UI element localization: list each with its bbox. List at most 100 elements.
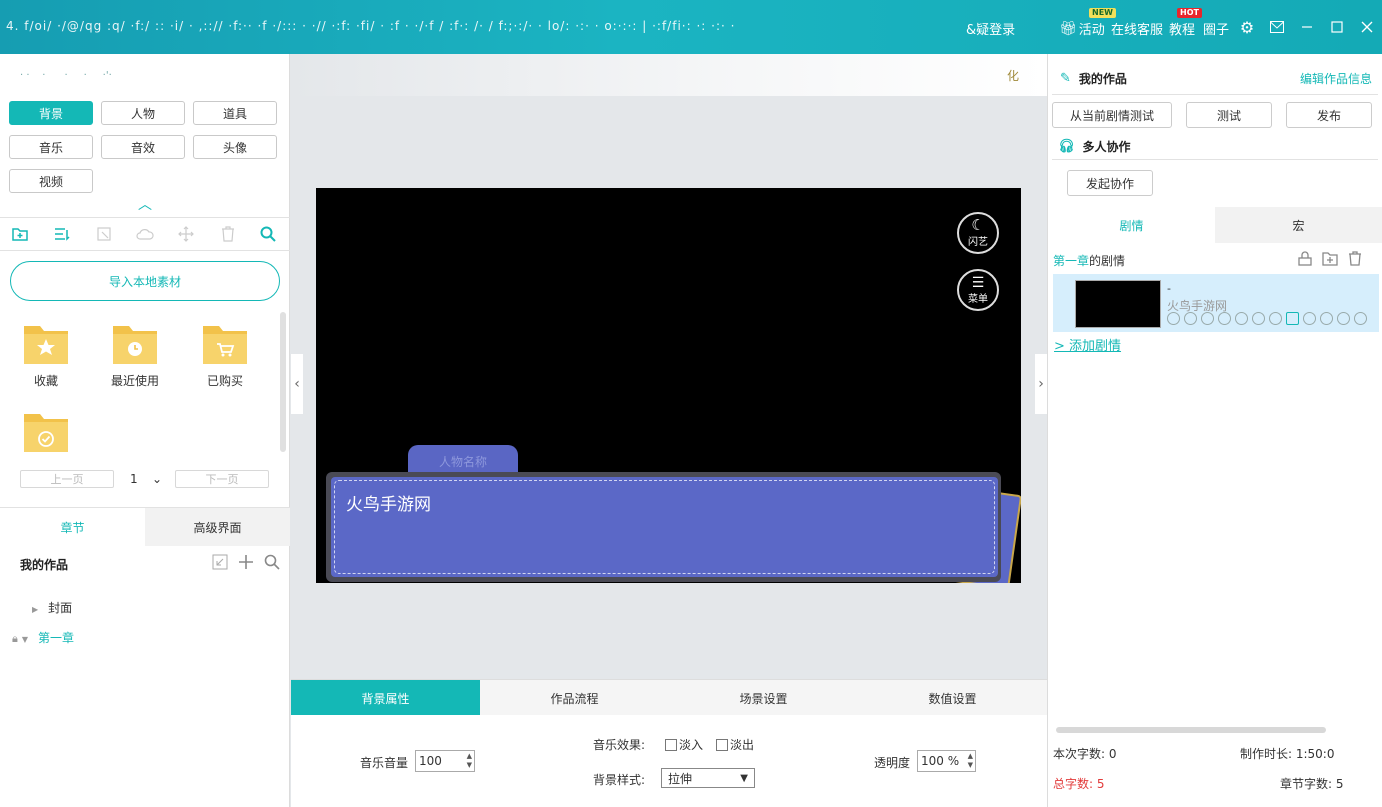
bg-style-select[interactable]: 拉伸 ▼ <box>661 768 755 788</box>
folder-clock-icon <box>113 326 157 364</box>
work-panel: ✎ 我的作品 编辑作品信息 从当前剧情测试 测试 发布 🎧︎ 多人协作 发起协作… <box>1047 54 1382 807</box>
close-icon[interactable] <box>1356 14 1378 40</box>
tab-work-flow[interactable]: 作品流程 <box>480 680 669 716</box>
lock-icon[interactable]: 🔒︎ <box>12 632 18 645</box>
music-effect-label: 音乐效果: <box>593 738 646 752</box>
divider <box>1052 159 1378 160</box>
property-panel: 音乐音量 100 ▲ ▼ 音乐效果: 淡入 淡出 背景样式: 拉伸 ▼ 透明度 1… <box>291 715 1047 807</box>
stepper-arrows-icon[interactable]: ▲ ▼ <box>467 752 472 770</box>
category-video[interactable]: 视频 <box>9 169 93 193</box>
video-icon[interactable] <box>1303 312 1316 325</box>
asset-toolbar <box>0 217 290 251</box>
menu-label: 菜单 <box>968 293 988 305</box>
category-background[interactable]: 背景 <box>9 101 93 125</box>
weather-icon[interactable] <box>1337 312 1350 325</box>
sort-list-icon[interactable] <box>52 224 72 244</box>
start-collab-button[interactable]: 发起协作 <box>1067 170 1153 196</box>
tree-item-chapter-1[interactable]: 🔒︎ ▼ 第一章 <box>12 629 74 646</box>
tab-scene-settings[interactable]: 场景设置 <box>669 680 858 716</box>
emoji-icon[interactable] <box>1218 312 1231 325</box>
test-button[interactable]: 测试 <box>1186 102 1272 128</box>
category-character[interactable]: 人物 <box>101 101 185 125</box>
collapse-left-chevron-icon[interactable]: ‹ <box>291 354 303 414</box>
mail-icon[interactable] <box>1266 14 1288 40</box>
stepper-arrows-icon[interactable]: ▲ ▼ <box>968 752 973 770</box>
import-local-assets-button[interactable]: 导入本地素材 <box>10 261 280 301</box>
opacity-value: 100 % <box>921 754 960 768</box>
plot-toolbar <box>1298 251 1362 266</box>
category-music[interactable]: 音乐 <box>9 135 93 159</box>
folder-recent[interactable]: 最近使用 <box>105 324 165 394</box>
folder-favorites[interactable]: 收藏 <box>16 324 76 394</box>
publish-button[interactable]: 发布 <box>1286 102 1372 128</box>
caret-right-icon: ▶ <box>32 605 39 614</box>
trash-icon[interactable] <box>218 224 238 244</box>
chapter-name: 第一章 <box>1053 254 1090 268</box>
preview-stage[interactable]: ☾ 闪艺 ☰ 菜单 人物名称 火鸟手游网 <box>316 188 1021 583</box>
minimize-icon[interactable] <box>1296 14 1318 40</box>
collapse-right-chevron-icon[interactable]: › <box>1035 354 1047 414</box>
tab-chapters[interactable]: 章节 <box>0 508 145 546</box>
asset-panel-header: · · · · · ·'· <box>20 70 112 81</box>
music-volume-stepper[interactable]: 100 ▲ ▼ <box>415 750 475 772</box>
add-icon[interactable] <box>238 554 254 570</box>
fade-in-checkbox[interactable]: 淡入 <box>665 736 703 753</box>
tab-value-settings[interactable]: 数值设置 <box>858 680 1047 716</box>
trash-icon[interactable] <box>1348 251 1362 266</box>
edit-work-info-link[interactable]: 编辑作品信息 <box>1300 70 1372 87</box>
folder-purchased[interactable]: 已购买 <box>195 324 255 394</box>
maximize-icon[interactable] <box>1326 14 1348 40</box>
circle-link[interactable]: 圈子 <box>1203 19 1229 38</box>
search-icon[interactable] <box>258 224 278 244</box>
plot-row[interactable]: - 火鸟手游网 <box>1053 274 1379 332</box>
tab-macro[interactable]: 宏 <box>1215 207 1382 243</box>
branch-icon[interactable] <box>1252 312 1265 325</box>
my-work-title: 我的作品 <box>1078 72 1127 86</box>
variable-icon[interactable] <box>1269 312 1282 325</box>
new-folder-icon[interactable] <box>10 224 30 244</box>
tutorial-link[interactable]: 教程 HOT <box>1169 8 1202 38</box>
effect-icon[interactable] <box>1201 312 1214 325</box>
flash-button[interactable]: ☾ 闪艺 <box>957 212 999 254</box>
tree-item-cover[interactable]: ▶ 封面 <box>32 599 72 616</box>
test-from-current-button[interactable]: 从当前剧情测试 <box>1052 102 1172 128</box>
dialog-box[interactable]: 火鸟手游网 <box>331 477 998 577</box>
tab-plot[interactable]: 剧情 <box>1048 207 1215 243</box>
new-folder-icon[interactable] <box>1322 251 1338 266</box>
asset-scrollbar[interactable] <box>280 312 286 452</box>
settings-gear-icon[interactable]: ⚙ <box>1236 14 1258 40</box>
login-link[interactable]: &疑登录 <box>966 19 1015 38</box>
import-icon[interactable] <box>212 554 228 570</box>
activity-link[interactable]: 🎁︎ 活动 NEW <box>1059 8 1116 38</box>
page-select[interactable]: 1 ⌄ <box>126 470 166 488</box>
tree-item-label: 封面 <box>48 601 73 615</box>
timer-icon[interactable] <box>1320 312 1333 325</box>
menu-button[interactable]: ☰ 菜单 <box>957 269 999 311</box>
service-link[interactable]: 在线客服 <box>1111 19 1163 38</box>
tab-advanced-ui[interactable]: 高级界面 <box>145 508 290 546</box>
add-plot-link[interactable]: > 添加剧情 <box>1054 335 1121 354</box>
music-icon[interactable] <box>1184 312 1197 325</box>
move-icon[interactable] <box>176 224 196 244</box>
caret-down-icon: ▼ <box>21 635 29 644</box>
category-avatar[interactable]: 头像 <box>193 135 277 159</box>
prev-page-button[interactable]: 上一页 <box>20 470 114 488</box>
category-prop[interactable]: 道具 <box>193 101 277 125</box>
fade-out-label: 淡出 <box>730 738 755 752</box>
cloud-upload-icon[interactable] <box>135 224 155 244</box>
tab-bg-properties[interactable]: 背景属性 <box>291 680 480 716</box>
category-sound[interactable]: 音效 <box>101 135 185 159</box>
plot-h-scrollbar[interactable] <box>1056 727 1326 733</box>
select-icon[interactable] <box>94 224 114 244</box>
opacity-stepper[interactable]: 100 % ▲ ▼ <box>917 750 976 772</box>
lock-icon[interactable] <box>1298 251 1312 266</box>
fade-out-checkbox[interactable]: 淡出 <box>716 736 754 753</box>
image-icon[interactable] <box>1235 312 1248 325</box>
collapse-chevron-up-icon[interactable]: ︿ <box>138 194 152 214</box>
bg-style-label: 背景样式: <box>593 773 646 787</box>
sound-icon[interactable] <box>1167 312 1180 325</box>
more-icon[interactable] <box>1354 312 1367 325</box>
chat-icon[interactable] <box>1286 312 1299 325</box>
next-page-button[interactable]: 下一页 <box>175 470 269 488</box>
search-icon[interactable] <box>264 554 280 570</box>
